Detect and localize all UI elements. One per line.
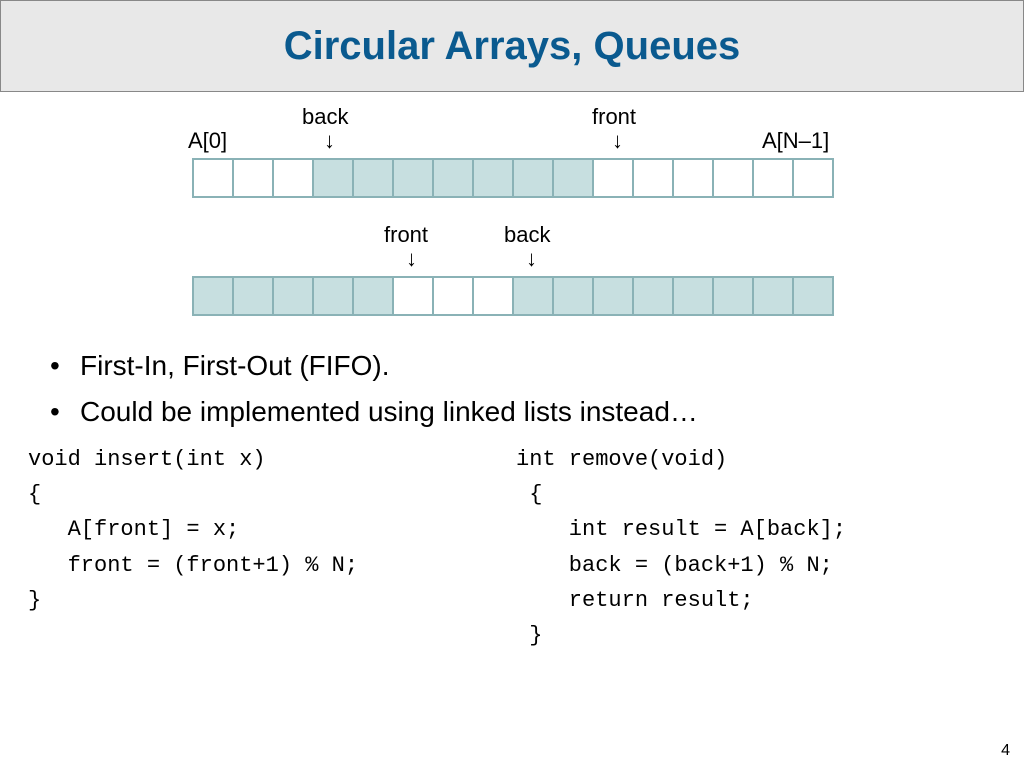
array-cell bbox=[594, 276, 634, 316]
code-block-remove: int remove(void) { int result = A[back];… bbox=[516, 442, 1004, 653]
array-diagram-2: front ↓ back ↓ bbox=[192, 222, 832, 322]
array-cell bbox=[754, 276, 794, 316]
bullet-item: First-In, First-Out (FIFO). bbox=[50, 350, 994, 382]
array-cell bbox=[754, 158, 794, 198]
array-cell bbox=[434, 158, 474, 198]
code-insert: void insert(int x) { A[front] = x; front… bbox=[28, 442, 516, 653]
array-cell bbox=[274, 158, 314, 198]
slide-body: A[0] A[N–1] back ↓ front ↓ front ↓ back … bbox=[0, 92, 1024, 653]
array-cell bbox=[314, 276, 354, 316]
array-cell bbox=[394, 158, 434, 198]
down-arrow-icon: ↓ bbox=[526, 248, 537, 270]
array-cell bbox=[674, 158, 714, 198]
code-remove: int remove(void) { int result = A[back];… bbox=[516, 442, 1004, 653]
page-number: 4 bbox=[1001, 742, 1010, 760]
array-cell bbox=[554, 276, 594, 316]
array-cell bbox=[794, 158, 834, 198]
array-cell bbox=[434, 276, 474, 316]
array-cell bbox=[634, 276, 674, 316]
array-cell bbox=[674, 276, 714, 316]
array-cell bbox=[274, 276, 314, 316]
label-back-2: back bbox=[504, 222, 550, 248]
array-cell bbox=[354, 276, 394, 316]
array-cell bbox=[514, 158, 554, 198]
array-row-1 bbox=[192, 158, 834, 198]
down-arrow-icon: ↓ bbox=[612, 130, 623, 152]
label-back-1: back bbox=[302, 104, 348, 130]
code-block-insert: void insert(int x) { A[front] = x; front… bbox=[28, 442, 516, 618]
label-front-1: front bbox=[592, 104, 636, 130]
array-cell bbox=[714, 276, 754, 316]
slide-title: Circular Arrays, Queues bbox=[284, 24, 741, 69]
array-cell bbox=[354, 158, 394, 198]
array-cell bbox=[474, 158, 514, 198]
array-cell bbox=[634, 158, 674, 198]
bullet-list: First-In, First-Out (FIFO). Could be imp… bbox=[50, 350, 994, 428]
array-cell bbox=[514, 276, 554, 316]
array-cell bbox=[234, 276, 274, 316]
label-a0: A[0] bbox=[188, 128, 227, 154]
array-cell bbox=[194, 276, 234, 316]
array-cell bbox=[474, 276, 514, 316]
down-arrow-icon: ↓ bbox=[324, 130, 335, 152]
label-front-2: front bbox=[384, 222, 428, 248]
array-cell bbox=[194, 158, 234, 198]
array-cell bbox=[594, 158, 634, 198]
label-an1: A[N–1] bbox=[762, 128, 829, 154]
array-cell bbox=[554, 158, 594, 198]
array-cell bbox=[314, 158, 354, 198]
title-bar: Circular Arrays, Queues bbox=[0, 0, 1024, 92]
down-arrow-icon: ↓ bbox=[406, 248, 417, 270]
array-diagram-1: A[0] A[N–1] back ↓ front ↓ bbox=[192, 106, 832, 204]
array-cell bbox=[714, 158, 754, 198]
array-cell bbox=[234, 158, 274, 198]
array-cell bbox=[394, 276, 434, 316]
array-cell bbox=[794, 276, 834, 316]
bullet-item: Could be implemented using linked lists … bbox=[50, 396, 994, 428]
array-row-2 bbox=[192, 276, 834, 316]
code-columns: void insert(int x) { A[front] = x; front… bbox=[28, 442, 1004, 653]
